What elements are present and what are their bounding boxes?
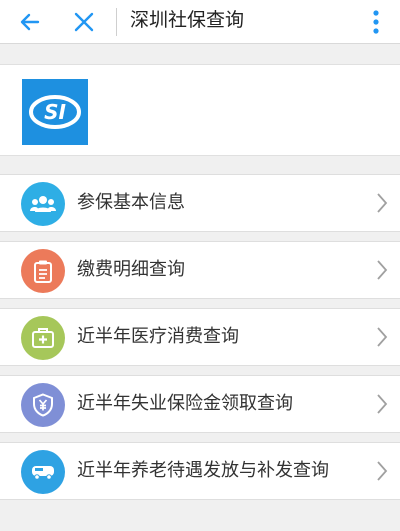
menu-item-payment-details[interactable]: 缴费明细查询 [0,241,400,299]
more-vertical-icon [373,10,379,34]
close-icon [74,12,94,32]
close-button[interactable] [64,0,104,44]
more-options-button[interactable] [362,0,390,44]
medical-kit-icon [21,316,65,360]
logo-panel: SI [0,64,400,156]
menu-item-medical-consumption[interactable]: 近半年医疗消费查询 [0,308,400,366]
si-logo-icon: SI [29,95,81,129]
menu-item-label: 近半年养老待遇发放与补发查询 [77,460,329,481]
chevron-right-icon [377,260,388,280]
menu-item-basic-info[interactable]: 参保基本信息 [0,174,400,232]
social-insurance-logo: SI [22,79,88,145]
back-arrow-icon [20,13,40,31]
menu-item-unemployment-benefit[interactable]: 近半年失业保险金领取查询 [0,375,400,433]
menu-item-pension-payment[interactable]: 近半年养老待遇发放与补发查询 [0,442,400,500]
menu-item-label: 缴费明细查询 [77,259,185,280]
chevron-right-icon [377,394,388,414]
menu-item-label: 参保基本信息 [77,192,185,213]
yuan-shield-icon [21,383,65,427]
back-button[interactable] [10,0,50,44]
chevron-right-icon [377,327,388,347]
clipboard-icon [21,249,65,293]
chevron-right-icon [377,461,388,481]
menu-item-label: 近半年失业保险金领取查询 [77,393,293,414]
chevron-right-icon [377,193,388,213]
logo-text: SI [44,100,66,124]
bus-card-icon [21,450,65,494]
header-divider [116,8,117,36]
people-icon [21,182,65,226]
page-title: 深圳社保查询 [130,9,245,31]
menu-item-label: 近半年医疗消费查询 [77,326,239,347]
top-bar: 深圳社保查询 [0,0,400,44]
